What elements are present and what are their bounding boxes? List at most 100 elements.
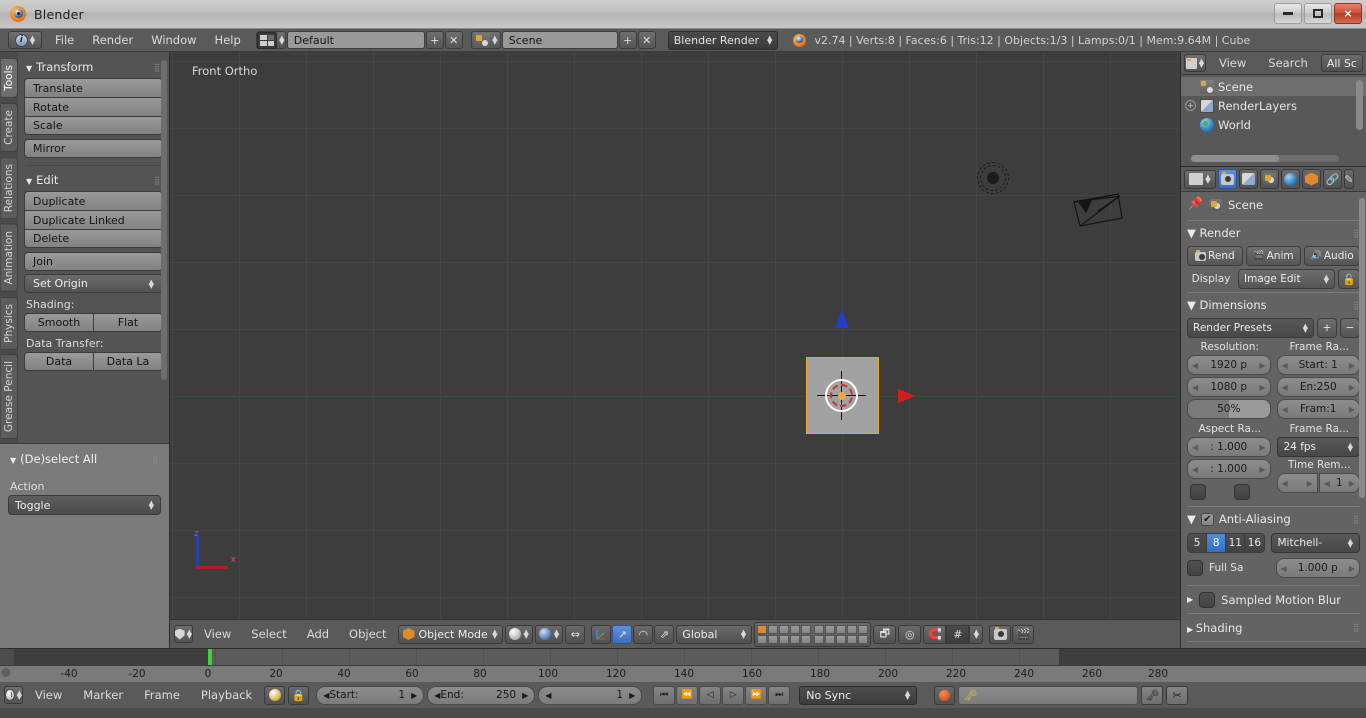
motion-blur-checkbox[interactable] [1199, 591, 1216, 608]
maximize-button[interactable] [1304, 3, 1332, 24]
render-image-button[interactable]: Rend [1187, 246, 1243, 266]
tool-shelf-scrollbar[interactable] [161, 60, 167, 380]
viewport-menu-view[interactable]: View [195, 625, 240, 643]
layer-cell-3[interactable] [779, 624, 790, 634]
render-presets-select[interactable]: Render Presets ▲ ▼ [1187, 318, 1314, 338]
smooth-button[interactable]: Smooth [24, 313, 93, 332]
viewport-menu-select[interactable]: Select [242, 625, 295, 643]
render-audio-button[interactable]: 🔊 Audio [1304, 246, 1361, 266]
scale-manipulator-button[interactable]: ⇗ [654, 624, 675, 644]
frame-end-field[interactable]: ◀ En:250 ▶ [1276, 377, 1360, 397]
tab-grease-pencil[interactable]: Grease Pencil [0, 354, 18, 440]
keying-set-field[interactable]: 🗝 [958, 685, 1139, 705]
play-reverse-icon[interactable]: ◁ [699, 685, 722, 705]
action-dropdown[interactable]: Toggle ▲ ▼ [8, 495, 161, 515]
menu-window[interactable]: Window [142, 31, 205, 49]
data-layout-button[interactable]: Data La [93, 352, 163, 371]
properties-tab-render-layers[interactable] [1239, 169, 1258, 189]
shading-section[interactable]: ▶ Shading ⣿ [1187, 616, 1360, 639]
jump-start-icon[interactable]: ⏮ [653, 685, 676, 705]
viewport-menu-add[interactable]: Add [298, 625, 338, 643]
outliner-editor-icon[interactable]: ▲ ▼ [1184, 54, 1206, 72]
sync-mode-select[interactable]: No Sync ▲ ▼ [799, 685, 918, 705]
render-section-header[interactable]: ▼ Render ⣿ [1187, 223, 1360, 243]
aa-sample-5[interactable]: 5 [1188, 534, 1208, 552]
outliner-vertical-scrollbar[interactable] [1356, 80, 1363, 130]
transform-panel-header[interactable]: ▼ Transform ⣿ [24, 58, 163, 78]
translate-button[interactable]: Translate [24, 78, 163, 97]
data-button[interactable]: Data [24, 352, 93, 371]
outliner-display-mode[interactable]: All Sc [1320, 54, 1363, 72]
end-frame-field[interactable]: ◀ End: 250 ▶ [427, 685, 536, 705]
scale-button[interactable]: Scale [24, 116, 163, 135]
pin-icon[interactable] [1188, 196, 1203, 212]
frame-start-field[interactable]: ◀ Start: 1 ▶ [1276, 355, 1360, 375]
current-frame-field[interactable]: ◀ 1 ▶ [538, 685, 643, 705]
delete-keyframe-icon[interactable]: ✂ [1166, 685, 1189, 705]
timeline-playhead[interactable] [208, 649, 212, 665]
delete-button[interactable]: Delete [24, 229, 163, 248]
time-remap-old-field[interactable]: ◀ ▶ [1276, 473, 1318, 493]
render-engine-select[interactable]: Blender Render ▲ ▼ [667, 30, 779, 50]
layer-cell-9[interactable] [847, 624, 858, 634]
crop-checkbox[interactable] [1234, 484, 1250, 500]
snap-dropdown[interactable]: ▲ ▼ [969, 624, 984, 644]
flat-button[interactable]: Flat [93, 313, 163, 332]
layer-cell-18[interactable] [836, 634, 847, 644]
layer-cell-12[interactable] [768, 634, 779, 644]
layer-cell-4[interactable] [790, 624, 801, 634]
outliner-row-renderlayers[interactable]: + RenderLayers [1181, 96, 1366, 115]
outliner-menu-search[interactable]: Search [1259, 54, 1317, 72]
properties-tab-constraints[interactable]: 🔗 [1323, 169, 1342, 189]
lock-interface-icon[interactable]: 🔓 [1338, 269, 1360, 289]
add-scene-button[interactable]: + [618, 31, 637, 49]
pivot-point-select[interactable]: ▲ ▼ [534, 624, 564, 644]
delete-scene-button[interactable]: ✕ [637, 31, 656, 49]
aa-sample-8[interactable]: 8 [1207, 534, 1227, 552]
viewport-menu-object[interactable]: Object [340, 625, 395, 643]
timeline-menu-view[interactable]: View [26, 686, 71, 704]
translate-manipulator-button[interactable]: ↗ [612, 624, 633, 644]
lock-scene-icon[interactable]: 🗗 [873, 624, 897, 644]
timeline-ruler[interactable]: -40 -20 0 20 40 60 80 100 120 140 160 18… [0, 665, 1366, 682]
join-button[interactable]: Join [24, 252, 163, 271]
scene-name-field[interactable]: Scene [501, 31, 618, 49]
tab-create[interactable]: Create [0, 102, 18, 152]
layer-cell-14[interactable] [790, 634, 801, 644]
expand-icon[interactable]: + [1185, 100, 1196, 111]
layer-cell-8[interactable] [836, 624, 847, 634]
render-animation-icon[interactable]: 🎬 [1012, 624, 1035, 644]
lock-icon[interactable]: 🔒 [288, 685, 310, 705]
layer-cell-5[interactable] [801, 624, 812, 634]
3d-view-editor-icon[interactable]: ▲ ▼ [174, 625, 193, 643]
auto-keyframe-icon[interactable] [264, 685, 286, 705]
start-frame-field[interactable]: ◀ Start: 1 ▶ [316, 685, 425, 705]
properties-scrollbar[interactable] [1359, 198, 1365, 498]
layer-cell-7[interactable] [825, 624, 836, 634]
transform-orientation-select[interactable]: Global ▲ ▼ [676, 624, 753, 644]
snap-magnet-icon[interactable]: 🧲 [923, 624, 947, 644]
timeline-menu-marker[interactable]: Marker [74, 686, 132, 704]
layer-cell-13[interactable] [779, 634, 790, 644]
aspect-x-field[interactable]: ◀: 1.000 ▶ [1187, 437, 1271, 457]
layer-cell-2[interactable] [768, 624, 779, 634]
jump-end-icon[interactable]: ⏭ [768, 685, 791, 705]
resolution-percentage-slider[interactable]: 50% [1187, 399, 1271, 419]
frame-step-field[interactable]: ◀ Fram:1 ▶ [1276, 399, 1360, 419]
rotate-button[interactable]: Rotate [24, 97, 163, 116]
tab-animation[interactable]: Animation [0, 224, 18, 292]
properties-tab-object[interactable] [1302, 169, 1321, 189]
layer-cell-15[interactable] [801, 634, 812, 644]
fps-select[interactable]: 24 fps ▲ ▼ [1276, 437, 1360, 457]
record-icon[interactable] [934, 685, 956, 705]
layer-cell-20[interactable] [858, 634, 869, 644]
next-keyframe-icon[interactable]: ⏩ [745, 685, 768, 705]
tab-tools[interactable]: Tools [0, 58, 18, 98]
mirror-button[interactable]: Mirror [24, 139, 163, 158]
outliner-row-world[interactable]: World [1181, 115, 1366, 134]
screen-layout-icon[interactable]: ▲ ▼ [255, 31, 286, 49]
timeline-editor-icon[interactable]: ▲ ▼ [4, 686, 23, 704]
render-animation-button[interactable]: 🎬 Anim [1245, 246, 1302, 266]
layer-cell-10[interactable] [858, 624, 869, 634]
tab-relations[interactable]: Relations [0, 156, 18, 219]
